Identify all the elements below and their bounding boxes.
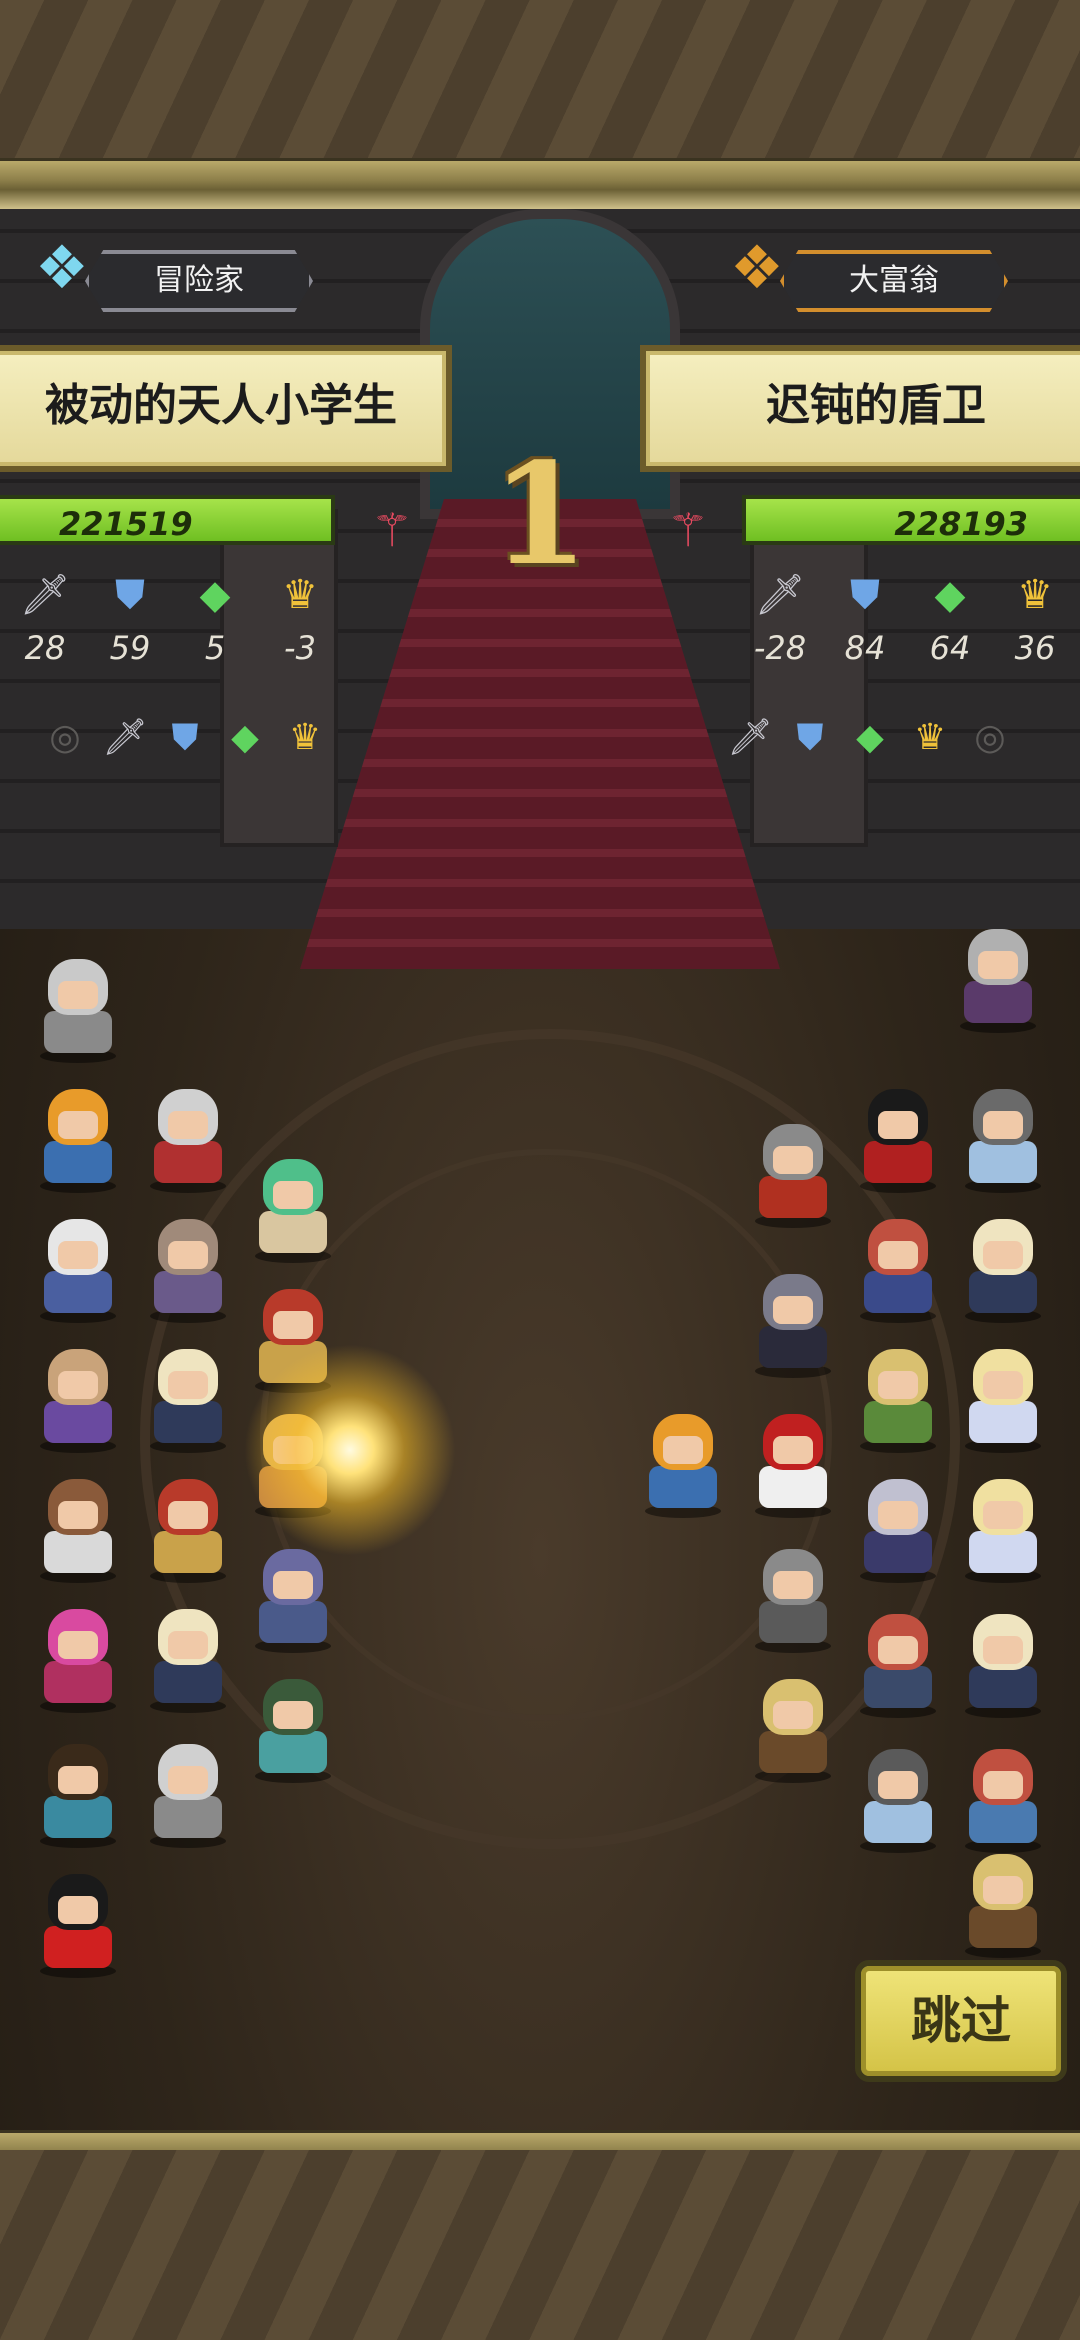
left-buff-row: ◎ 🗡 ⛊ ◆ ♛ — [35, 708, 335, 778]
character-sprite — [140, 1085, 236, 1195]
character-sprite — [850, 1610, 946, 1720]
right-stat-crown: ♛ 36 — [990, 570, 1080, 680]
attack-flash — [230, 1330, 470, 1570]
wand-icon[interactable]: ⚚ — [648, 490, 728, 570]
character-sprite — [850, 1085, 946, 1195]
character-sprite — [955, 1345, 1051, 1455]
ring-icon: ◎ — [974, 717, 1006, 758]
crown-icon: ♛ — [913, 717, 947, 758]
character-sprite — [140, 1740, 236, 1850]
left-player-badge: ❖ 冒险家 — [35, 228, 355, 312]
shield-icon: ⛊ — [796, 717, 824, 758]
shield-icon: ⛊ — [115, 572, 145, 618]
right-power-bar: 228193 — [742, 495, 1080, 545]
crown-icon: ♛ — [288, 717, 322, 758]
sword-icon: 🗡 — [19, 572, 71, 618]
character-sprite — [745, 1675, 841, 1785]
character-sprite — [955, 1745, 1051, 1855]
gem-icon: ◆ — [199, 572, 231, 618]
stat-value: 64 — [929, 629, 971, 667]
character-sprite — [30, 1215, 126, 1325]
shield-icon: ⛊ — [171, 717, 199, 758]
left-stat-gem: ◆ 5 — [170, 570, 260, 680]
shield-icon: ⛊ — [850, 572, 880, 618]
character-sprite — [850, 1475, 946, 1585]
character-sprite — [245, 1675, 341, 1785]
parchment-bottom — [0, 2150, 1080, 2340]
left-power-bar: 221519 — [0, 495, 335, 545]
stat-value: 59 — [109, 629, 151, 667]
right-player-title: 大富翁 — [780, 250, 1008, 312]
character-sprite — [850, 1215, 946, 1325]
character-sprite — [850, 1345, 946, 1455]
gem-icon: ◆ — [856, 717, 884, 758]
character-sprite — [745, 1270, 841, 1380]
stat-value: -3 — [284, 629, 316, 667]
stat-value: -28 — [753, 629, 807, 667]
round-number: 1 — [491, 433, 589, 597]
character-sprite — [950, 925, 1046, 1035]
gold-frame-top — [0, 158, 1080, 212]
gem-icon: ◆ — [231, 717, 259, 758]
right-buff-row: 🗡 ⛊ ◆ ♛ ◎ — [720, 708, 1020, 778]
skip-button[interactable]: 跳过 — [855, 1960, 1067, 2082]
character-sprite — [140, 1475, 236, 1585]
character-sprite — [30, 1870, 126, 1980]
character-sprite — [745, 1545, 841, 1655]
sword-icon: 🗡 — [754, 572, 806, 618]
character-sprite — [30, 1740, 126, 1850]
right-player-badge: ❖ 大富翁 — [730, 228, 1050, 312]
left-stat-defense: ⛊ 59 — [85, 570, 175, 680]
character-sprite — [140, 1345, 236, 1455]
stat-value: 84 — [844, 629, 886, 667]
ring-icon: ◎ — [49, 717, 81, 758]
left-player-name: 被动的天人小学生 — [0, 345, 452, 472]
sword-icon: 🗡 — [727, 717, 773, 758]
character-sprite — [140, 1605, 236, 1715]
left-stat-crown: ♛ -3 — [255, 570, 345, 680]
left-player-title: 冒险家 — [85, 250, 313, 312]
character-sprite — [140, 1215, 236, 1325]
character-sprite — [245, 1155, 341, 1265]
stat-value: 28 — [24, 629, 66, 667]
character-sprite — [30, 1345, 126, 1455]
character-sprite — [745, 1120, 841, 1230]
character-sprite — [955, 1475, 1051, 1585]
crown-icon: ♛ — [1017, 572, 1053, 618]
character-sprite — [745, 1410, 841, 1520]
gold-wings-icon: ❖ — [730, 233, 784, 303]
character-sprite — [30, 1605, 126, 1715]
right-stat-attack: 🗡 -28 — [735, 570, 825, 680]
character-sprite — [955, 1215, 1051, 1325]
right-player-name: 迟钝的盾卫 — [640, 345, 1080, 472]
character-sprite — [955, 1610, 1051, 1720]
sword-icon: 🗡 — [102, 717, 148, 758]
right-stat-defense: ⛊ 84 — [820, 570, 910, 680]
stat-value: 36 — [1014, 629, 1056, 667]
wings-icon: ❖ — [35, 233, 89, 303]
character-sprite — [850, 1745, 946, 1855]
right-stat-gem: ◆ 64 — [905, 570, 995, 680]
character-sprite — [955, 1850, 1051, 1960]
character-sprite — [30, 955, 126, 1065]
character-sprite — [635, 1410, 731, 1520]
gem-icon: ◆ — [934, 572, 966, 618]
character-sprite — [955, 1085, 1051, 1195]
parchment-top — [0, 0, 1080, 160]
wand-icon[interactable]: ⚚ — [352, 490, 432, 570]
stat-value: 5 — [204, 629, 226, 667]
character-sprite — [30, 1475, 126, 1585]
crown-icon: ♛ — [282, 572, 318, 618]
character-sprite — [30, 1085, 126, 1195]
left-stat-attack: 🗡 28 — [0, 570, 90, 680]
